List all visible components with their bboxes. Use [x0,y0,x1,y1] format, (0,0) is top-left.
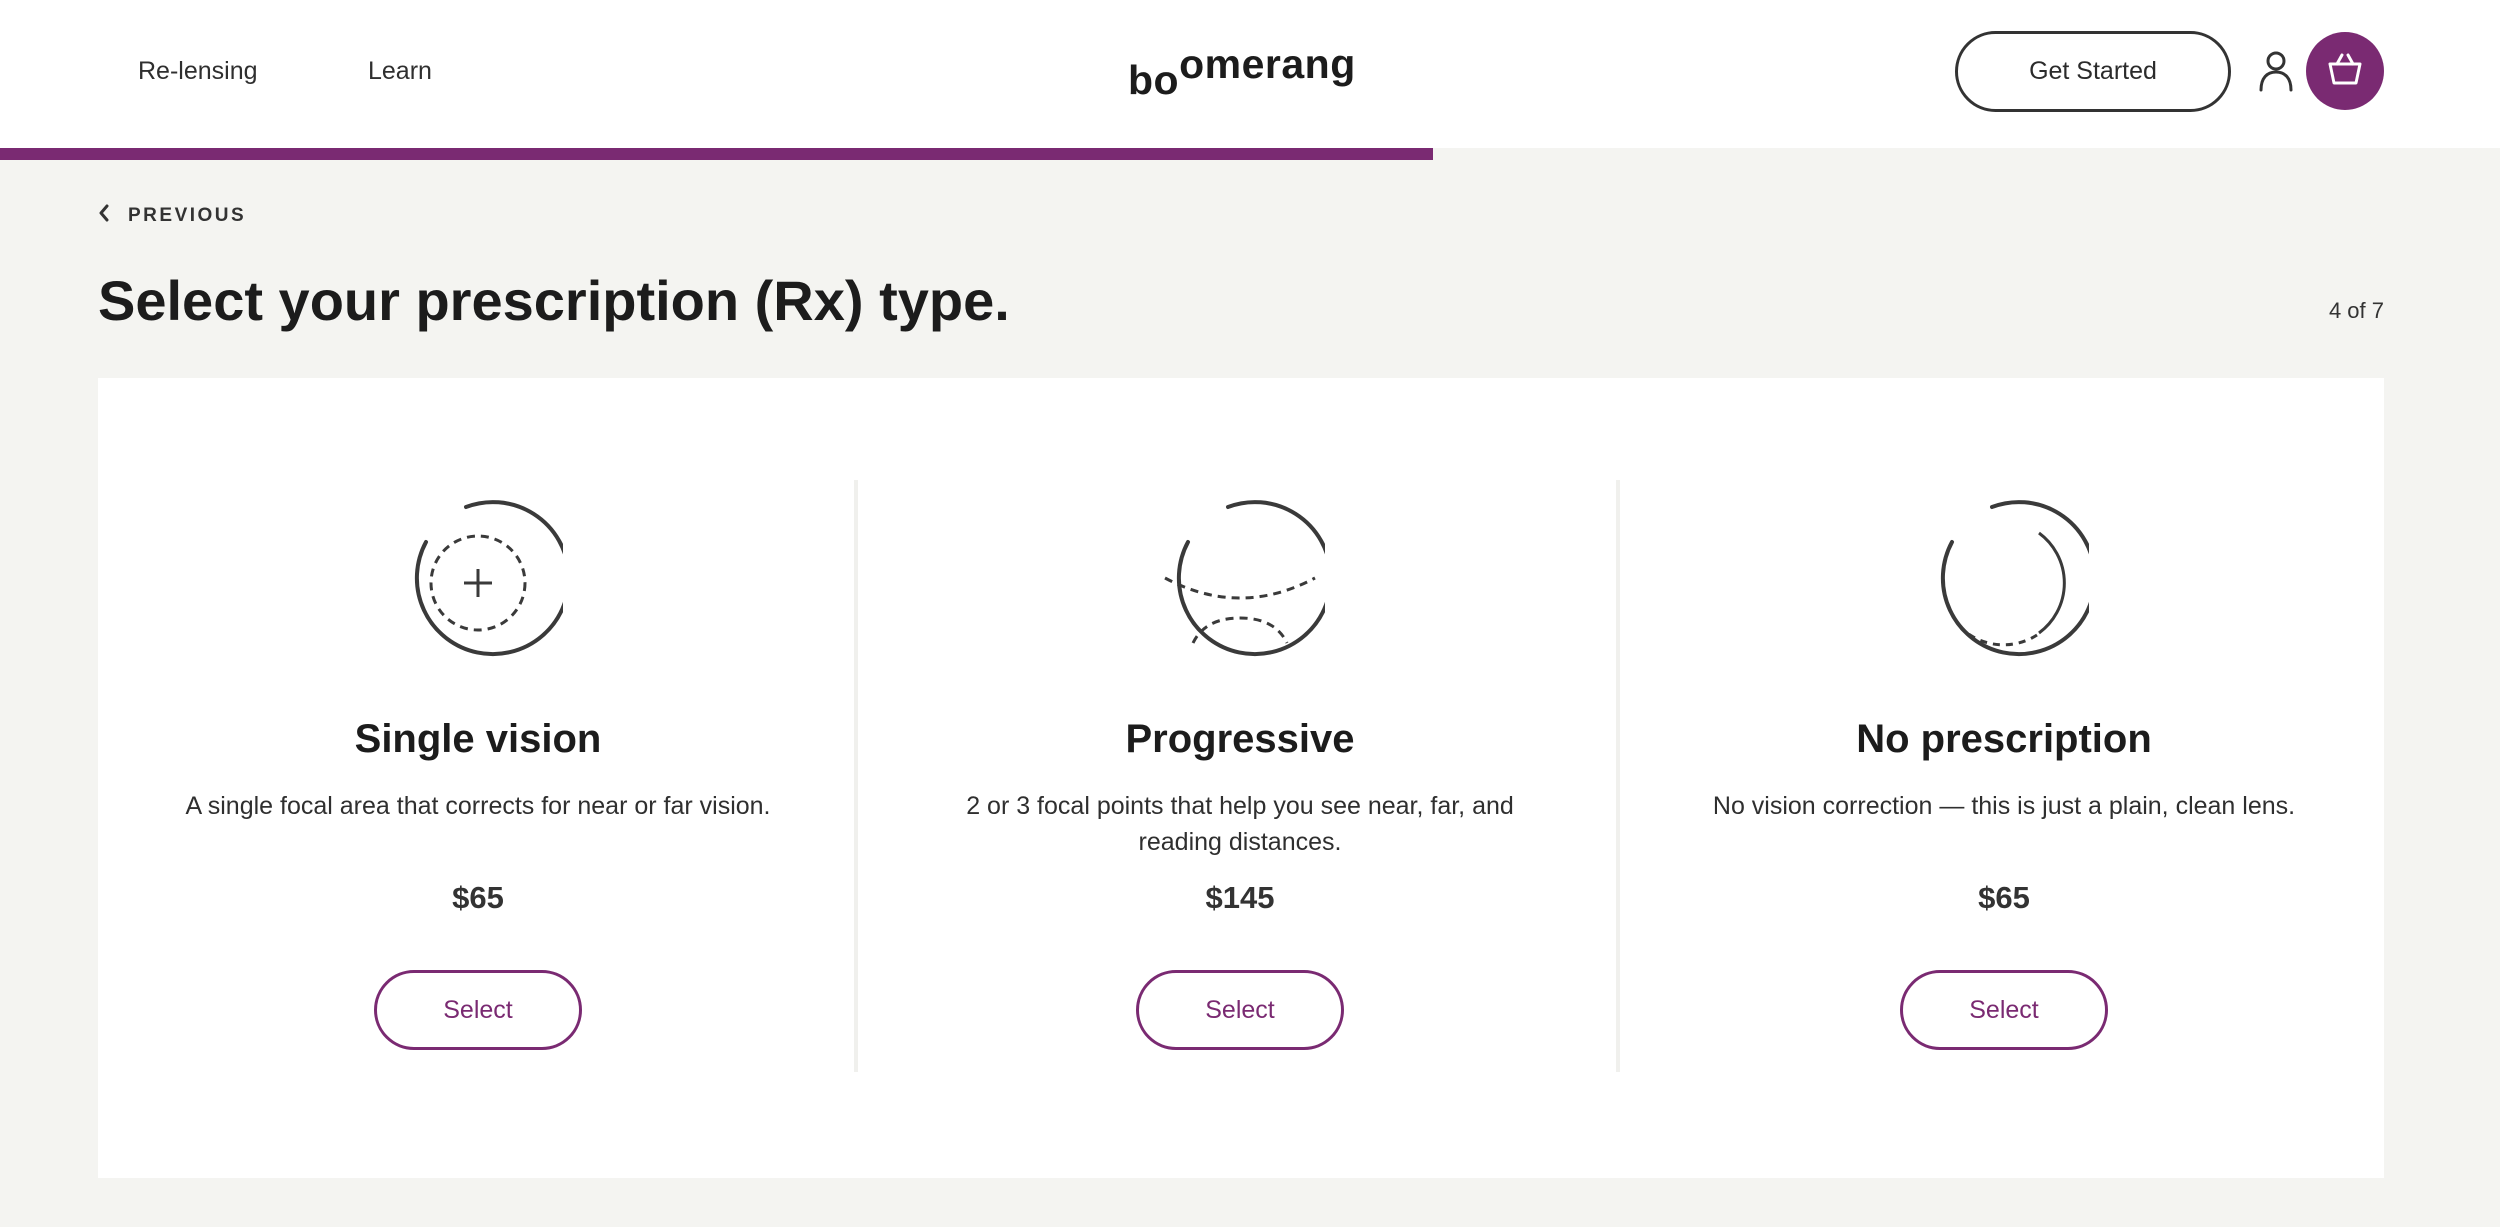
progress-bar [0,148,2500,160]
option-name: Progressive [1125,717,1355,761]
page-title: Select your prescription (Rx) type. [98,269,1010,332]
no-prescription-lens-icon [1919,498,2097,668]
option-price: $65 [452,880,504,915]
option-name: Single vision [354,717,602,761]
option-no-prescription: No prescription No vision correction — t… [1624,378,2384,1178]
nav-link-relensing[interactable]: Re-lensing [138,57,258,86]
select-single-vision-button[interactable]: Select [374,970,582,1050]
chevron-left-icon [98,204,110,227]
brand-logo[interactable]: bo omerang [1128,40,1368,103]
single-vision-lens-icon [393,498,571,668]
option-price: $145 [1205,880,1275,915]
select-progressive-button[interactable]: Select [1136,970,1344,1050]
step-counter: 4 of 7 [2328,298,2384,323]
previous-label: PREVIOUS [128,204,247,226]
logo-text-upper: omerang [1179,41,1356,87]
progressive-lens-icon [1155,498,1333,668]
logo-text-lower: bo [1128,57,1180,103]
option-progressive: Progressive 2 or 3 focal points that hel… [860,378,1620,1178]
option-description: No vision correction — this is just a pl… [1712,792,2296,820]
site-header: Re-lensing Learn bo omerang Get Started [0,0,2500,148]
cart-button[interactable] [2306,32,2384,110]
option-name: No prescription [1856,717,2152,761]
progress-bar-fill [0,148,1433,160]
option-single-vision: Single vision A single focal area that c… [98,378,858,1178]
option-description: A single focal area that corrects for ne… [185,792,771,820]
user-icon[interactable] [2258,50,2294,92]
option-price: $65 [1978,880,2030,915]
option-description: 2 or 3 focal points that help you see ne… [966,792,1514,856]
options-panel: Single vision A single focal area that c… [98,378,2384,1178]
previous-link[interactable]: PREVIOUS [98,204,246,227]
get-started-button[interactable]: Get Started [1955,31,2231,112]
select-no-prescription-button[interactable]: Select [1900,970,2108,1050]
nav-link-learn[interactable]: Learn [368,57,432,86]
basket-icon [2327,52,2363,91]
